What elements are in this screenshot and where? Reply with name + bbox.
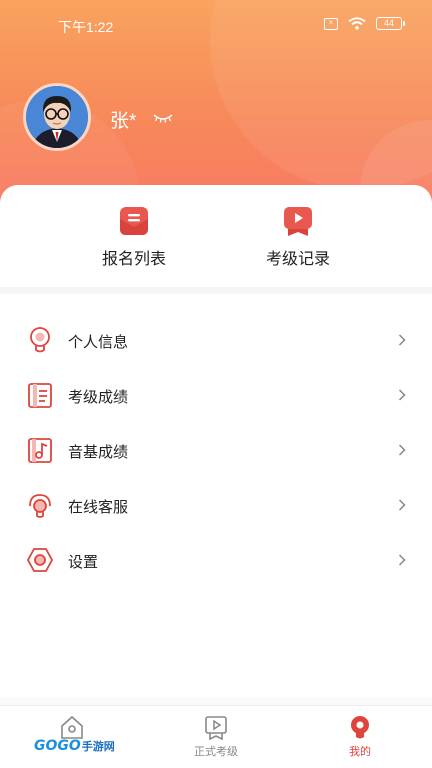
avatar[interactable] (23, 83, 91, 151)
chevron-right-icon (398, 499, 406, 511)
chevron-right-icon (398, 444, 406, 456)
mail-list-icon (120, 207, 148, 235)
tab-label: 我的 (349, 746, 371, 758)
status-icons: × 44 (324, 17, 405, 30)
settings-menu: 个人信息 考级成绩 音基成绩 在线客服 设置 (0, 313, 432, 588)
menu-item-music-theory-scores[interactable]: 音基成绩 (0, 423, 432, 478)
menu-label: 个人信息 (68, 334, 129, 351)
watermark-logo: GOGO 手游网 (34, 738, 115, 754)
status-bar: 下午1:22 × 44 (0, 0, 432, 50)
bottom-tab-bar: 正式考级 我的 (0, 705, 432, 768)
lightbulb-icon (30, 327, 50, 353)
menu-item-settings[interactable]: 设置 (0, 533, 432, 588)
menu-item-exam-scores[interactable]: 考级成绩 (0, 368, 432, 423)
menu-label: 音基成绩 (68, 444, 129, 461)
watermark-logo-text: GOGO (34, 738, 81, 754)
menu-label: 考级成绩 (68, 389, 129, 406)
document-icon (28, 383, 52, 408)
tab-label: 正式考级 (194, 746, 238, 758)
play-board-icon (205, 716, 227, 740)
tab-official-exam[interactable]: 正式考级 (166, 714, 266, 759)
chevron-right-icon (398, 554, 406, 566)
battery-icon: 44 (376, 17, 405, 30)
registration-list-label: 报名列表 (101, 251, 166, 268)
menu-label: 设置 (68, 554, 99, 571)
menu-item-online-support[interactable]: 在线客服 (0, 478, 432, 533)
tabbar-separator (0, 697, 432, 705)
home-icon (61, 715, 83, 739)
user-name: 张* (110, 111, 137, 132)
music-note-icon (28, 438, 52, 463)
play-ribbon-icon (284, 207, 312, 236)
profile-bulb-icon (351, 716, 369, 739)
quick-actions-card: 报名列表 考级记录 (0, 185, 432, 287)
registration-list-button[interactable]: 报名列表 (74, 205, 194, 269)
menu-item-personal-info[interactable]: 个人信息 (0, 313, 432, 368)
menu-label: 在线客服 (68, 499, 129, 516)
watermark-text: 手游网 (81, 741, 115, 753)
exam-record-label: 考级记录 (265, 251, 330, 268)
hexagon-settings-icon (26, 548, 54, 572)
eye-closed-icon[interactable] (152, 112, 174, 124)
tab-mine[interactable]: 我的 (310, 714, 410, 759)
section-divider (0, 287, 432, 294)
chevron-right-icon (398, 334, 406, 346)
avatar-photo (26, 86, 88, 148)
profile-header: 下午1:22 × 44 张* (0, 0, 432, 215)
status-time: 下午1:22 (58, 19, 114, 35)
chevron-right-icon (398, 389, 406, 401)
exam-record-button[interactable]: 考级记录 (238, 205, 358, 269)
headset-icon (29, 494, 51, 518)
sim-off-icon: × (324, 17, 338, 30)
wifi-icon (348, 17, 366, 30)
